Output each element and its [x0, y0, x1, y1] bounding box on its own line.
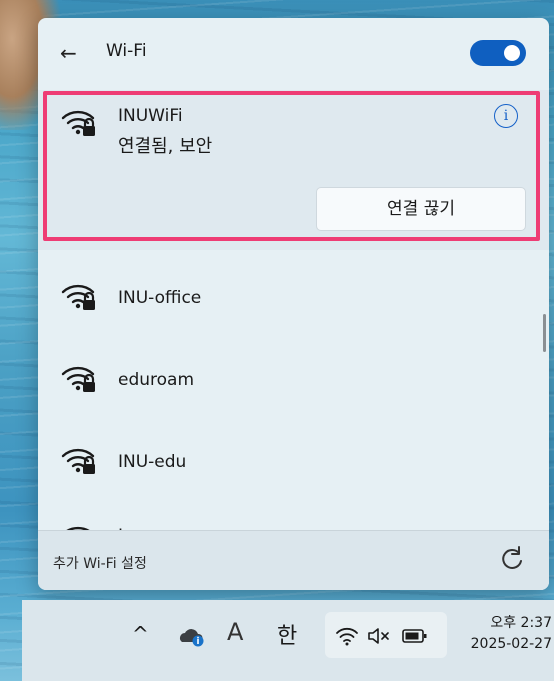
clock-date: 2025-02-27 [470, 636, 552, 652]
network-name: INUWiFi [118, 106, 183, 126]
system-clock[interactable]: 오후 2:37 2025-02-27 [442, 612, 552, 652]
ime-language-indicator[interactable]: 한 [277, 618, 297, 650]
refresh-icon[interactable] [498, 545, 526, 573]
connected-network-item[interactable]: INUWiFi 연결됨, 보안 i 연결 끊기 [38, 90, 549, 250]
scrollbar[interactable] [543, 314, 546, 352]
wifi-secured-icon [61, 284, 95, 310]
volume-muted-icon [368, 628, 389, 644]
taskbar: ^ A 한 오후 2:37 2025-02-27 [22, 600, 554, 681]
connection-status: 연결됨, 보안 [118, 136, 213, 157]
toggle-knob [504, 45, 520, 61]
info-icon[interactable]: i [494, 104, 518, 128]
disconnect-button[interactable]: 연결 끊기 [316, 187, 526, 231]
onedrive-icon[interactable] [178, 624, 206, 648]
network-item[interactable]: I [38, 500, 543, 530]
panel-title: Wi-Fi [106, 41, 147, 61]
panel-footer: 추가 Wi-Fi 설정 [38, 530, 549, 590]
wifi-toggle[interactable] [470, 40, 526, 66]
network-name: eduroam [118, 370, 195, 390]
wifi-secured-icon [61, 110, 95, 136]
wifi-secured-icon [61, 366, 95, 392]
clock-time: 오후 2:37 [490, 615, 552, 631]
network-list: INUWiFi 연결됨, 보안 i 연결 끊기 INU-office eduro… [38, 90, 549, 530]
chevron-up-icon[interactable]: ^ [132, 622, 149, 646]
system-tray-group[interactable] [325, 612, 447, 658]
network-item[interactable]: INU-edu [38, 418, 543, 500]
more-wifi-settings-link[interactable]: 추가 Wi-Fi 설정 [53, 553, 147, 573]
network-name: INU-office [118, 288, 202, 308]
wifi-icon [66, 526, 90, 530]
network-name: INU-edu [118, 452, 187, 472]
panel-header: ← Wi-Fi [38, 18, 549, 88]
back-arrow-icon[interactable]: ← [60, 40, 86, 66]
wifi-icon [336, 627, 358, 646]
ime-mode-indicator[interactable]: A [227, 618, 243, 646]
network-item[interactable]: eduroam [38, 336, 543, 418]
battery-icon [402, 629, 427, 643]
network-item[interactable]: INU-office [38, 254, 543, 336]
wifi-panel: ← Wi-Fi INUWiFi 연결됨, 보안 i 연결 끊기 INU-offi… [38, 18, 549, 590]
wifi-secured-icon [61, 448, 95, 474]
